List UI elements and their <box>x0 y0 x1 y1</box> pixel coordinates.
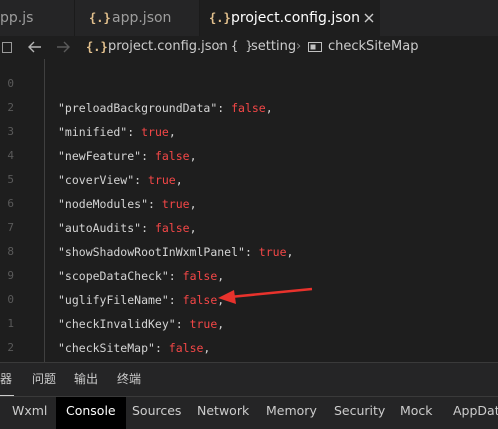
tab-security[interactable]: Security <box>334 397 385 429</box>
tab-label: 器 <box>0 372 13 386</box>
tab-project-config-json[interactable]: {.} project.config.json <box>200 0 380 36</box>
json-file-icon: {.} <box>89 11 111 25</box>
boolean-property-icon <box>308 42 322 52</box>
tab-label: pp.js <box>0 10 34 26</box>
tab-label: app.json <box>112 10 172 26</box>
panel-tab-bar: 器 问题 输出 终端 <box>0 362 498 397</box>
tab-wxml[interactable]: Wxml <box>12 397 47 429</box>
breadcrumb-property[interactable]: checkSiteMap <box>328 39 418 54</box>
close-icon[interactable] <box>364 13 374 23</box>
annotation-arrow-icon <box>218 287 313 304</box>
back-arrow-icon[interactable] <box>28 41 42 53</box>
breadcrumb: {.} project.config.json › { } setting › … <box>0 36 498 59</box>
tab-network[interactable]: Network <box>197 397 249 429</box>
tab-debugger[interactable]: 器 <box>0 363 14 397</box>
chevron-right-icon: › <box>296 39 302 54</box>
json-file-icon: {.} <box>209 11 231 25</box>
chevron-right-icon: › <box>218 39 224 54</box>
editor-tab-bar: pp.js {.} app.json {.} project.config.js… <box>0 0 498 36</box>
breadcrumb-object[interactable]: setting <box>251 39 296 54</box>
tab-terminal[interactable]: 终端 <box>117 363 141 396</box>
json-file-icon: {.} <box>86 40 108 54</box>
tab-appdata[interactable]: AppData <box>453 397 498 429</box>
tab-app-js[interactable]: pp.js <box>0 0 74 36</box>
code-editor[interactable]: 0 "preloadBackgroundData": false, 2 "min… <box>0 59 498 362</box>
tab-sources[interactable]: Sources <box>132 397 181 429</box>
tab-label: project.config.json <box>231 10 360 26</box>
tab-app-json[interactable]: {.} app.json <box>75 0 199 36</box>
tab-console[interactable]: Console <box>56 397 126 429</box>
devtools-tab-bar: Wxml Console Sources Network Memory Secu… <box>0 396 498 429</box>
tab-output[interactable]: 输出 <box>74 363 98 396</box>
forward-arrow-icon[interactable] <box>56 41 70 53</box>
tab-memory[interactable]: Memory <box>266 397 317 429</box>
tab-problems[interactable]: 问题 <box>32 363 56 396</box>
tab-mock[interactable]: Mock <box>400 397 433 429</box>
object-icon: { } <box>231 39 253 53</box>
breadcrumb-file[interactable]: project.config.json <box>108 39 228 54</box>
split-editor-icon[interactable] <box>2 42 12 53</box>
